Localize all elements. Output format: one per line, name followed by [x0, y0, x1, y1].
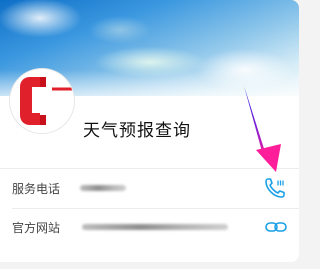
divider	[0, 168, 299, 169]
divider	[12, 208, 299, 209]
redacted-website-url	[82, 224, 228, 230]
redacted-phone-number	[80, 185, 126, 191]
app-title: 天气预报查询	[83, 121, 191, 141]
phone-handset-logo-icon	[10, 69, 74, 133]
call-button[interactable]	[263, 176, 287, 200]
service-card: 天气预报查询 服务电话 官方网站	[0, 0, 299, 262]
app-logo-avatar	[10, 69, 74, 133]
link-icon	[265, 222, 287, 232]
service-phone-label: 服务电话	[12, 182, 61, 196]
official-website-label: 官方网站	[12, 221, 61, 235]
phone-icon	[265, 178, 285, 198]
open-website-button[interactable]	[264, 215, 288, 239]
